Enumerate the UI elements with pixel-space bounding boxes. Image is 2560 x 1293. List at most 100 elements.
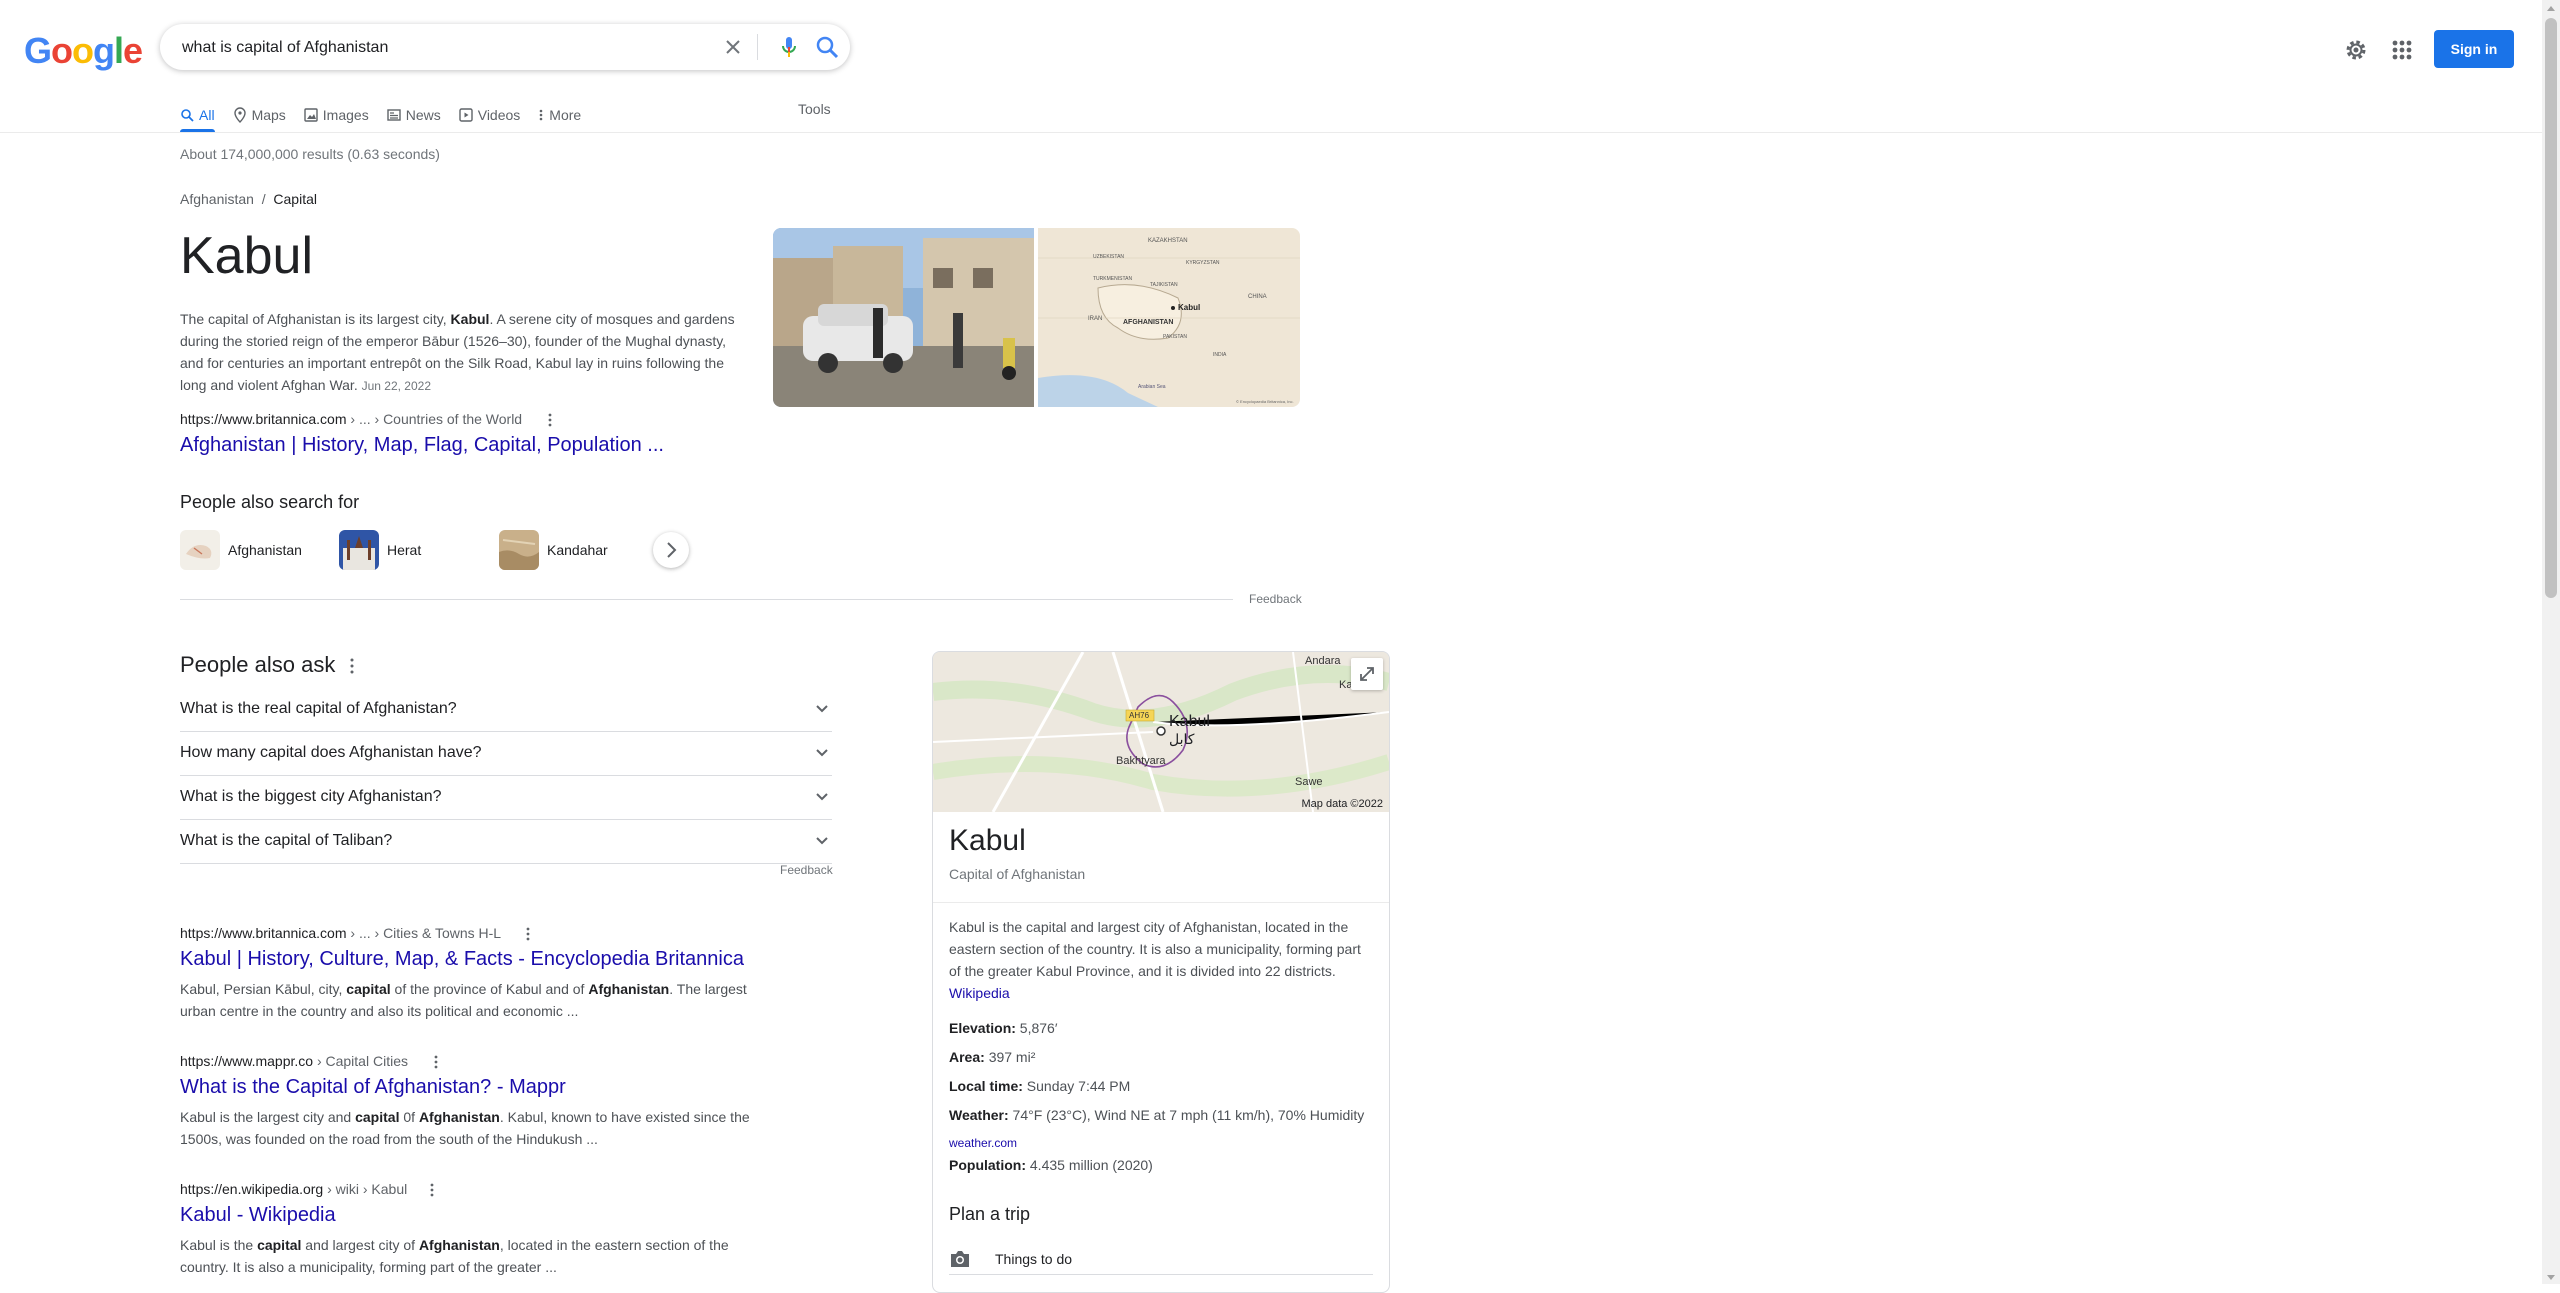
result-url[interactable]: https://www.mappr.co › Capital Cities xyxy=(180,1053,408,1069)
result-options-button[interactable] xyxy=(542,412,558,428)
scroll-down-button[interactable] xyxy=(2545,1270,2557,1282)
result-url[interactable]: https://www.britannica.com › ... › Citie… xyxy=(180,925,501,941)
breadcrumb-parent[interactable]: Afghanistan xyxy=(180,191,254,207)
search-input[interactable] xyxy=(180,24,684,72)
map-label: TAJIKISTAN xyxy=(1150,282,1178,288)
fact-population: Population: 4.435 million (2020) xyxy=(949,1157,1153,1173)
google-apps-button[interactable] xyxy=(2388,36,2416,64)
city-thumbnail xyxy=(499,530,539,570)
more-vert-icon xyxy=(526,927,530,941)
featured-source-url[interactable]: https://www.britannica.com › ... › Count… xyxy=(180,411,522,427)
map-label: CHINA xyxy=(1248,294,1267,300)
search-tabs: All Maps Images News Videos More xyxy=(180,98,599,132)
knowledge-panel-map[interactable]: AH76 Kabul کابل Bakhtyara Sawe Andara Ka… xyxy=(933,652,1389,813)
snippet-part: Kabul is the xyxy=(180,1237,258,1253)
pasf-item-kandahar[interactable]: Kandahar xyxy=(499,530,608,570)
featured-result-link[interactable]: Afghanistan | History, Map, Flag, Capita… xyxy=(180,434,664,457)
city-map: AH76 Kabul کابل Bakhtyara Sawe Andara Ka xyxy=(933,652,1389,813)
result-options-button[interactable] xyxy=(428,1054,444,1070)
chevron-down-icon xyxy=(816,749,828,757)
logo-letter: o xyxy=(72,30,94,71)
fact-weather: Weather: 74°F (23°C), Wind NE at 7 mph (… xyxy=(949,1107,1364,1123)
tab-news[interactable]: News xyxy=(387,98,441,132)
capital-marker xyxy=(1171,306,1175,310)
map-label: INDIA xyxy=(1213,352,1227,358)
fact-key[interactable]: Population: xyxy=(949,1157,1026,1173)
breadcrumb-current: Capital xyxy=(273,191,317,207)
result-options-button[interactable] xyxy=(520,926,536,942)
search-button[interactable] xyxy=(812,32,842,62)
map-attribution: Map data ©2022 xyxy=(1301,798,1384,810)
pasf-item-herat[interactable]: Herat xyxy=(339,530,421,570)
pasf-label: Kandahar xyxy=(547,542,608,558)
tab-images[interactable]: Images xyxy=(304,98,369,132)
breadcrumb-separator: / xyxy=(261,191,266,207)
paa-question-text: What is the real capital of Afghanistan? xyxy=(180,700,457,717)
people-also-ask-title: People also ask xyxy=(180,652,336,677)
tools-button[interactable]: Tools xyxy=(798,98,831,132)
video-icon xyxy=(459,108,473,122)
paa-question[interactable]: How many capital does Afghanistan have? xyxy=(180,731,832,776)
pasf-item-afghanistan[interactable]: Afghanistan xyxy=(180,530,302,570)
fact-value: 74°F (23°C), Wind NE at 7 mph (11 km/h),… xyxy=(1012,1107,1365,1123)
fact-key[interactable]: Area: xyxy=(949,1049,985,1065)
expand-map-button[interactable] xyxy=(1351,658,1383,690)
result-title-link[interactable]: Kabul - Wikipedia xyxy=(180,1204,336,1227)
paa-question-text: What is the biggest city Afghanistan? xyxy=(180,788,442,805)
result-title-link[interactable]: Kabul | History, Culture, Map, & Facts -… xyxy=(180,948,744,971)
url-path: › wiki › Kabul xyxy=(323,1181,408,1197)
image-icon xyxy=(304,108,318,122)
region-map: KAZAKHSTAN UZBEKISTAN KYRGYZSTAN TURKMEN… xyxy=(1038,228,1300,407)
tab-maps[interactable]: Maps xyxy=(233,98,286,132)
search-box xyxy=(160,24,850,72)
clear-search-button[interactable] xyxy=(718,32,748,62)
things-to-do-link[interactable]: Things to do xyxy=(949,1244,1373,1275)
voice-search-button[interactable] xyxy=(774,32,804,62)
description-text: Kabul is the capital and largest city of… xyxy=(949,919,1361,979)
result-options-button[interactable] xyxy=(424,1182,440,1198)
logo-letter: G xyxy=(24,30,52,71)
result-title-link[interactable]: What is the Capital of Afghanistan? - Ma… xyxy=(180,1076,566,1099)
tab-videos[interactable]: Videos xyxy=(459,98,520,132)
weather-source-link[interactable]: weather.com xyxy=(949,1136,1017,1150)
map-label: AH76 xyxy=(1129,711,1150,720)
triangle-up-icon xyxy=(2547,6,2555,11)
paa-question-text: What is the capital of Taliban? xyxy=(180,832,393,849)
scrollbar-thumb[interactable] xyxy=(2545,18,2557,598)
flag-thumbnail xyxy=(180,530,220,570)
sign-in-button[interactable]: Sign in xyxy=(2434,30,2514,68)
tab-more[interactable]: More xyxy=(538,98,581,132)
google-logo[interactable]: Google xyxy=(24,30,143,72)
afghanistan-map-image[interactable]: KAZAKHSTAN UZBEKISTAN KYRGYZSTAN TURKMEN… xyxy=(1038,228,1300,407)
kabul-street-photo[interactable] xyxy=(773,228,1034,407)
pasf-next-button[interactable] xyxy=(653,532,689,568)
paa-question[interactable]: What is the real capital of Afghanistan? xyxy=(180,687,832,732)
result-snippet: Kabul, Persian Kābul, city, capital of t… xyxy=(180,978,780,1022)
microphone-icon xyxy=(782,37,796,57)
map-label: Sawe xyxy=(1295,776,1323,788)
url-domain: https://www.britannica.com xyxy=(180,925,347,941)
fact-key[interactable]: Elevation: xyxy=(949,1020,1016,1036)
gear-icon xyxy=(2346,40,2366,60)
tab-all[interactable]: All xyxy=(180,98,215,132)
feedback-link[interactable]: Feedback xyxy=(780,863,833,877)
wikipedia-link[interactable]: Wikipedia xyxy=(949,985,1010,1001)
paa-options-button[interactable] xyxy=(344,656,360,676)
chevron-right-icon xyxy=(667,542,677,558)
result-url[interactable]: https://en.wikipedia.org › wiki › Kabul xyxy=(180,1181,407,1197)
news-icon xyxy=(387,109,401,121)
map-label: UZBEKISTAN xyxy=(1093,254,1124,260)
paa-question[interactable]: What is the capital of Taliban? xyxy=(180,819,832,864)
fact-key[interactable]: Weather: xyxy=(949,1107,1009,1123)
map-pin-icon xyxy=(233,107,246,123)
url-domain: https://www.britannica.com xyxy=(180,411,347,427)
settings-button[interactable] xyxy=(2342,36,2370,64)
map-label: Bakhtyara xyxy=(1116,755,1166,767)
map-label: Andara xyxy=(1305,655,1341,667)
tab-label: Maps xyxy=(251,107,286,123)
scroll-up-button[interactable] xyxy=(2545,2,2557,14)
fact-key[interactable]: Local time: xyxy=(949,1078,1023,1094)
feedback-link[interactable]: Feedback xyxy=(1249,592,1302,606)
paa-question[interactable]: What is the biggest city Afghanistan? xyxy=(180,775,832,820)
map-label: Arabian Sea xyxy=(1138,384,1166,390)
